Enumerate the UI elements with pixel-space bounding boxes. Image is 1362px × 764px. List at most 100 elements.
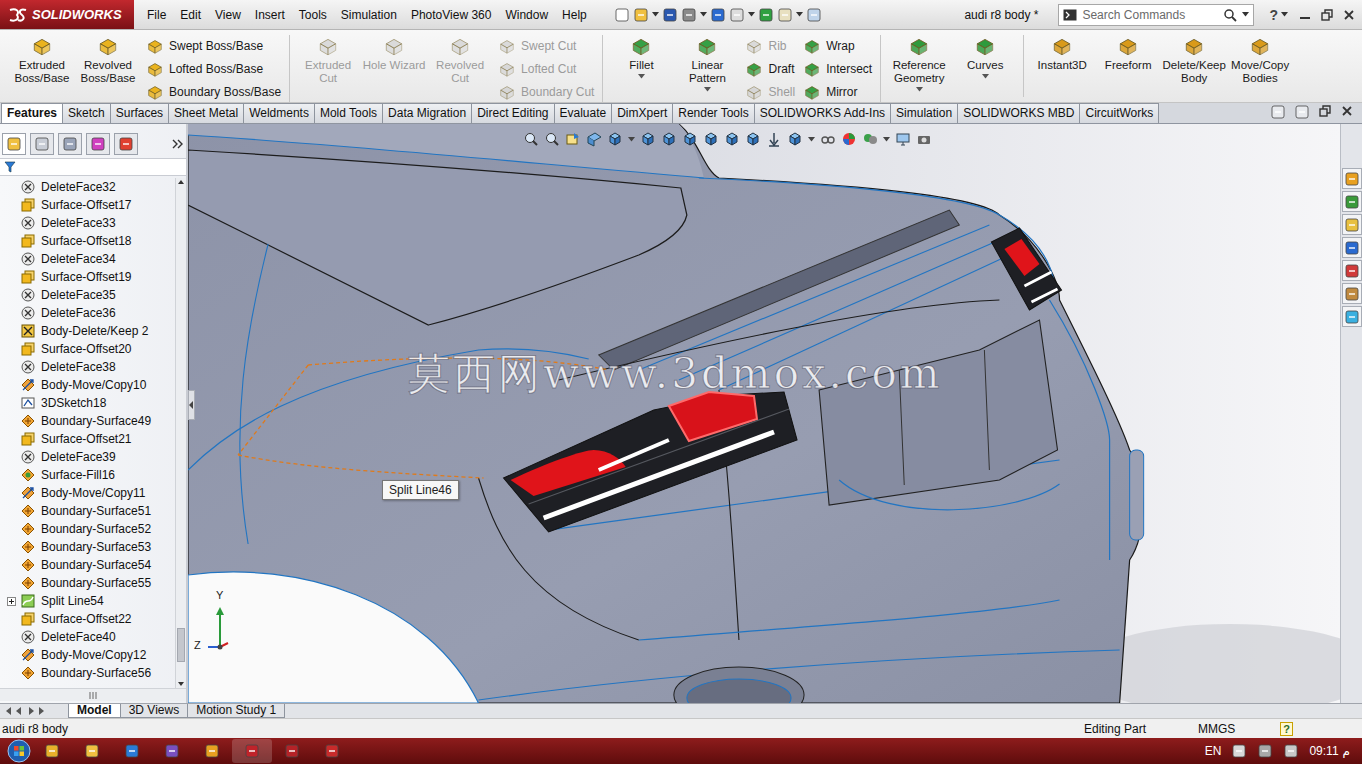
feature-tree-item[interactable]: Body-Move/Copy12 — [0, 646, 175, 664]
quick-tool-icon[interactable] — [710, 7, 726, 23]
command-tab[interactable]: SOLIDWORKS MBD — [957, 103, 1080, 123]
command-tab[interactable]: SOLIDWORKS Add-Ins — [754, 103, 891, 123]
model-tab[interactable]: Motion Study 1 — [187, 704, 285, 718]
cube-view-icon[interactable] — [724, 131, 740, 147]
task-pane-button[interactable] — [1342, 260, 1362, 281]
menu-item[interactable]: Help — [555, 6, 594, 24]
quick-tool-icon[interactable] — [777, 7, 793, 23]
section-view-icon[interactable] — [586, 131, 602, 147]
cube-view-icon[interactable] — [640, 131, 656, 147]
feature-tree-item[interactable]: Boundary-Surface52 — [0, 520, 175, 538]
model-viewport-canvas[interactable] — [188, 124, 1340, 703]
command-tab[interactable]: Surfaces — [110, 103, 169, 123]
feature-tree-item[interactable]: Split Line54 — [0, 592, 175, 610]
command-button[interactable]: Linear Pattern — [675, 35, 739, 92]
task-pane-button[interactable] — [1342, 237, 1362, 258]
panel-tab[interactable] — [86, 133, 110, 155]
command-button[interactable]: Wrap — [803, 35, 872, 56]
app-icon[interactable] — [244, 743, 260, 759]
tile-icon[interactable] — [1270, 104, 1286, 120]
collapse-icon[interactable] — [189, 401, 194, 409]
app-icon[interactable] — [124, 743, 140, 759]
command-tab[interactable]: Features — [1, 103, 63, 123]
dropdown-arrow-icon[interactable] — [916, 87, 923, 92]
feature-tree-item[interactable]: DeleteFace33 — [0, 214, 175, 232]
more-tabs-icon[interactable] — [172, 138, 184, 150]
quick-tool-icon[interactable] — [729, 7, 745, 23]
dropdown-arrow-icon[interactable] — [883, 137, 890, 142]
command-button[interactable]: Lofted Boss/Base — [146, 58, 281, 79]
search-icon[interactable] — [1223, 8, 1237, 22]
taskbar-app[interactable] — [32, 739, 72, 763]
app-icon[interactable] — [84, 743, 100, 759]
command-button[interactable]: Freeform — [1096, 35, 1160, 85]
model-tab[interactable]: 3D Views — [120, 704, 188, 718]
command-button[interactable]: Extruded Cut — [296, 35, 360, 85]
menu-item[interactable]: PhotoView 360 — [404, 6, 499, 24]
task-pane-icon[interactable] — [1344, 194, 1360, 210]
dropdown-arrow-icon[interactable] — [1281, 12, 1288, 17]
command-button[interactable]: Intersect — [803, 58, 872, 79]
flag-icon[interactable] — [1231, 743, 1247, 759]
filter-row[interactable] — [0, 158, 186, 176]
task-pane-button[interactable] — [1342, 214, 1362, 235]
display-icon[interactable] — [118, 136, 134, 152]
menu-item[interactable]: Simulation — [334, 6, 404, 24]
command-button[interactable]: Mirror — [803, 81, 872, 102]
cube-view-icon[interactable] — [703, 131, 719, 147]
cube-view-icon[interactable] — [682, 131, 698, 147]
dropdown-arrow-icon[interactable] — [982, 74, 989, 79]
sphere-view-icon[interactable] — [841, 131, 857, 147]
expand-icon[interactable] — [7, 597, 16, 606]
tab-nav-icon[interactable] — [3, 706, 13, 716]
graphics-area[interactable]: 莫西网www.3dmox.comSplit Line46YZ — [188, 124, 1340, 703]
dropdown-arrow-icon[interactable] — [652, 12, 659, 17]
panel-tab[interactable] — [30, 133, 54, 155]
quick-tool-icon[interactable] — [662, 7, 678, 23]
dropdown-arrow-icon[interactable] — [808, 137, 815, 142]
search-box[interactable]: Search Commands — [1058, 4, 1254, 26]
command-button[interactable]: Shell — [745, 81, 795, 102]
dimxpert-icon[interactable] — [90, 136, 106, 152]
feature-tree-item[interactable]: Surface-Offset22 — [0, 610, 175, 628]
feature-tree-item[interactable]: Surface-Offset20 — [0, 340, 175, 358]
dropdown-arrow-icon[interactable] — [1242, 12, 1249, 17]
menu-item[interactable]: Window — [498, 6, 555, 24]
quick-tool-icon[interactable] — [806, 7, 822, 23]
command-button[interactable]: Curves — [953, 35, 1017, 92]
command-tab[interactable]: Mold Tools — [314, 103, 383, 123]
command-button[interactable]: Instant3D — [1030, 35, 1094, 85]
vertical-scrollbar[interactable] — [175, 178, 186, 688]
command-button[interactable]: Move/Copy Bodies — [1228, 35, 1292, 85]
scroll-grip-icon[interactable] — [88, 692, 98, 699]
taskbar-app[interactable] — [232, 739, 272, 763]
app-icon[interactable] — [164, 743, 180, 759]
command-tab[interactable]: Sheet Metal — [168, 103, 244, 123]
app-icon[interactable] — [284, 743, 300, 759]
command-button[interactable]: Swept Boss/Base — [146, 35, 281, 56]
task-pane-button[interactable] — [1342, 168, 1362, 189]
dropdown-arrow-icon[interactable] — [628, 137, 635, 142]
app-icon[interactable] — [324, 743, 340, 759]
monitor-view-icon[interactable] — [895, 131, 911, 147]
menu-item[interactable]: Insert — [248, 6, 292, 24]
feature-tree-item[interactable]: 3DSketch18 — [0, 394, 175, 412]
panel-tab[interactable] — [2, 133, 26, 155]
glasses-view-icon[interactable] — [820, 131, 836, 147]
feature-tree-item[interactable]: Boundary-Surface51 — [0, 502, 175, 520]
command-button[interactable]: Boundary Cut — [498, 81, 594, 102]
cube-view-icon[interactable] — [745, 131, 761, 147]
scroll-down-icon[interactable] — [177, 680, 185, 688]
quick-tool-icon[interactable] — [633, 7, 649, 23]
tab-nav-icon[interactable] — [15, 706, 25, 716]
zoom-view-icon[interactable] — [544, 131, 560, 147]
language-indicator[interactable]: EN — [1205, 744, 1222, 758]
command-tab[interactable]: Evaluate — [554, 103, 613, 123]
feature-tree-item[interactable]: Body-Delete/Keep 2 — [0, 322, 175, 340]
feature-tree-item[interactable]: DeleteFace38 — [0, 358, 175, 376]
restore-icon[interactable] — [1318, 104, 1332, 118]
cube-view-icon[interactable] — [661, 131, 677, 147]
camera-view-icon[interactable] — [916, 131, 932, 147]
app-icon[interactable] — [204, 743, 220, 759]
task-pane-button[interactable] — [1342, 306, 1362, 327]
